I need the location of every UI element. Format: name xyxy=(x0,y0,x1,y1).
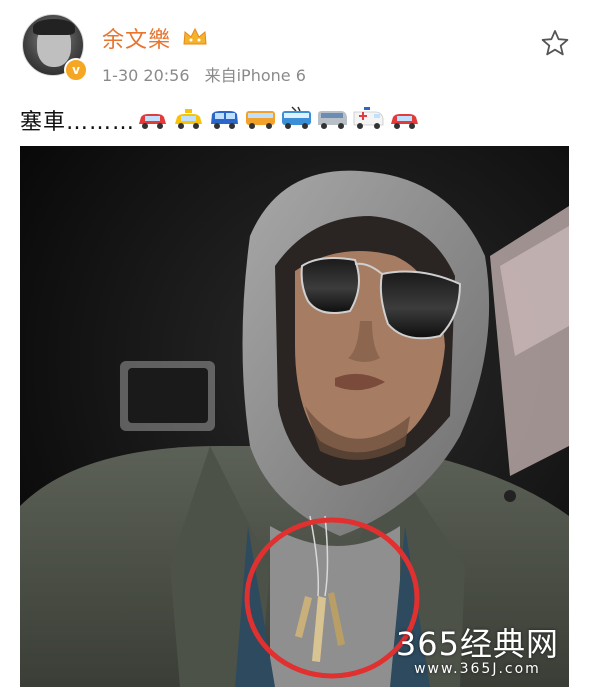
ambulance-icon xyxy=(353,107,384,129)
blue-car-icon xyxy=(211,111,238,129)
verified-badge-icon: v xyxy=(64,58,88,82)
avatar-hair xyxy=(33,19,75,35)
favorite-star-icon[interactable] xyxy=(540,28,570,58)
watermark-main: 365经典网 xyxy=(395,625,559,663)
post-meta: 1-30 20:56 来自iPhone 6 xyxy=(102,62,316,86)
post-date: 1-30 20:56 xyxy=(102,66,190,85)
author-name[interactable]: 余文樂 xyxy=(102,22,171,54)
post-text: 塞車……… xyxy=(20,110,136,135)
post-header: v 余文樂 1-30 20:56 来自iPhone 6 xyxy=(0,0,590,95)
taxi-icon xyxy=(175,109,202,129)
red-car-icon xyxy=(139,114,166,129)
post-photo[interactable]: 365经典网 www.365J.com xyxy=(20,146,569,687)
vip-crown-icon xyxy=(183,27,207,45)
watermark: 365经典网 www.365J.com xyxy=(396,619,559,677)
post-source: 来自iPhone 6 xyxy=(204,66,306,85)
trolleybus-icon xyxy=(282,106,311,129)
red-car-icon xyxy=(391,114,418,129)
selfie-image xyxy=(20,146,569,687)
minibus-icon xyxy=(318,111,347,129)
bus-icon xyxy=(246,111,275,129)
emoji-row xyxy=(136,106,421,134)
avatar-container[interactable]: v xyxy=(22,14,88,82)
watermark-sub: www.365J.com xyxy=(414,661,541,677)
